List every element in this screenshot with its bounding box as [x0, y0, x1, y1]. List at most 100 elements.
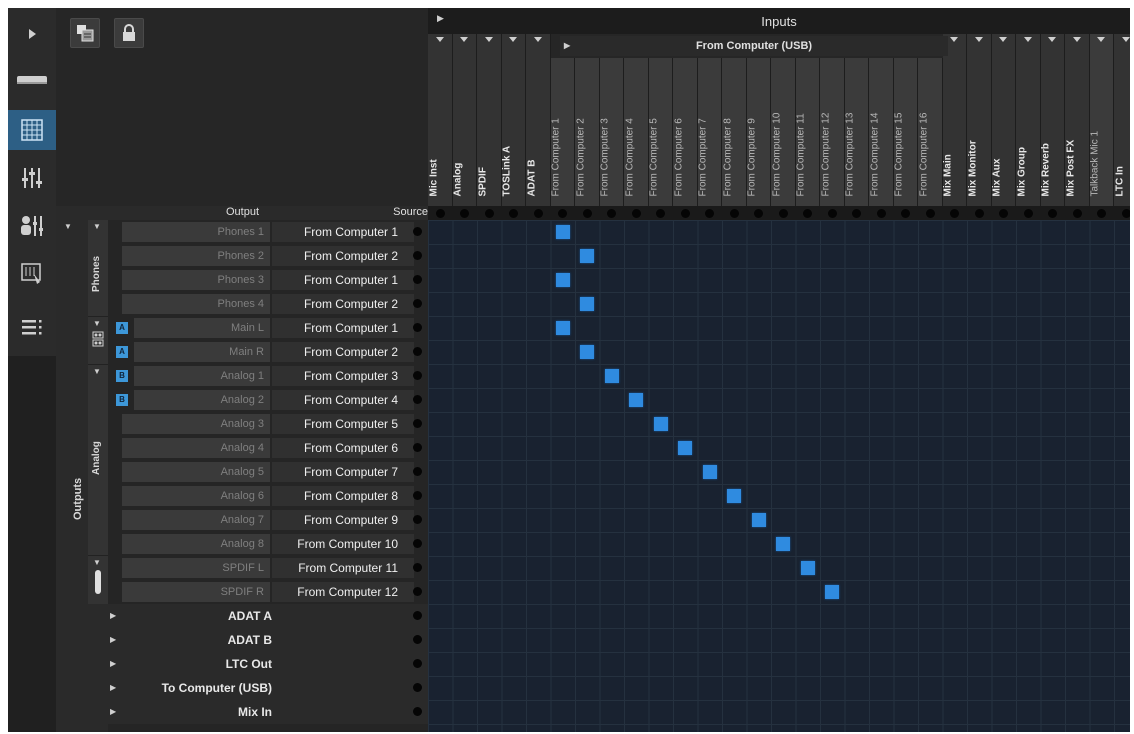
- output-connection-dot[interactable]: [413, 659, 422, 668]
- input-connection-dot[interactable]: [680, 209, 690, 218]
- input-column-header[interactable]: From Computer 14: [869, 58, 894, 206]
- input-column-header[interactable]: SPDIF: [477, 34, 502, 206]
- source-selector[interactable]: From Computer 7: [272, 462, 414, 482]
- input-connection-dot[interactable]: [656, 209, 666, 218]
- input-column-header[interactable]: Mic Inst: [428, 34, 453, 206]
- input-column-header[interactable]: Mix Post FX: [1065, 34, 1090, 206]
- input-connection-dot[interactable]: [901, 209, 911, 218]
- route-cell-active[interactable]: [776, 537, 791, 551]
- output-row[interactable]: SPDIF L From Computer 11: [108, 556, 428, 580]
- output-connection-dot[interactable]: [413, 467, 422, 476]
- window-layout-icon[interactable]: [70, 18, 100, 48]
- source-selector[interactable]: From Computer 1: [272, 318, 414, 338]
- source-selector[interactable]: From Computer 1: [272, 222, 414, 242]
- source-selector[interactable]: From Computer 2: [272, 342, 414, 362]
- route-cell-active[interactable]: [751, 513, 766, 527]
- input-column-header[interactable]: TOSLink A: [501, 34, 526, 206]
- input-connection-dot[interactable]: [1072, 209, 1082, 218]
- group-expand-icon[interactable]: ▶: [110, 659, 116, 668]
- output-row[interactable]: Phones 4 From Computer 2: [108, 292, 428, 316]
- input-column-header[interactable]: From Computer 12: [820, 58, 845, 206]
- input-connection-dot[interactable]: [533, 209, 543, 218]
- input-connection-dot[interactable]: [435, 209, 445, 218]
- expand-icon[interactable]: [8, 14, 56, 54]
- input-column-header[interactable]: From Computer 2: [575, 58, 600, 206]
- source-selector[interactable]: From Computer 3: [272, 366, 414, 386]
- route-cell-active[interactable]: [727, 489, 742, 503]
- output-connection-dot[interactable]: [413, 563, 422, 572]
- input-connection-dot[interactable]: [1121, 209, 1130, 218]
- route-cell-active[interactable]: [555, 273, 570, 287]
- output-row[interactable]: Analog 8 From Computer 10: [108, 532, 428, 556]
- input-connection-dot[interactable]: [950, 209, 960, 218]
- group-expand-icon[interactable]: ▶: [110, 707, 116, 716]
- input-connection-dot[interactable]: [705, 209, 715, 218]
- route-cell-active[interactable]: [580, 297, 595, 311]
- column-expand-icon[interactable]: [1121, 37, 1130, 42]
- source-selector[interactable]: From Computer 10: [272, 534, 414, 554]
- input-connection-dot[interactable]: [1048, 209, 1058, 218]
- column-expand-icon[interactable]: [999, 37, 1008, 42]
- output-connection-dot[interactable]: [413, 323, 422, 332]
- route-cell-active[interactable]: [800, 561, 815, 575]
- usb-group-header[interactable]: ▶ From Computer (USB): [560, 36, 948, 56]
- column-expand-icon[interactable]: [974, 37, 983, 42]
- source-selector[interactable]: From Computer 2: [272, 246, 414, 266]
- source-selector[interactable]: From Computer 8: [272, 486, 414, 506]
- collapsed-output-group[interactable]: ▶ ADAT A: [108, 604, 428, 628]
- input-column-header[interactable]: Mix Aux: [991, 34, 1016, 206]
- input-connection-dot[interactable]: [925, 209, 935, 218]
- group-expand-icon[interactable]: ▶: [110, 635, 116, 644]
- route-cell-active[interactable]: [678, 441, 693, 455]
- input-column-header[interactable]: From Computer 13: [844, 58, 869, 206]
- input-column-header[interactable]: From Computer 4: [624, 58, 649, 206]
- column-expand-icon[interactable]: [484, 37, 493, 42]
- source-selector[interactable]: From Computer 4: [272, 390, 414, 410]
- output-connection-dot[interactable]: [413, 515, 422, 524]
- input-column-header[interactable]: From Computer 10: [771, 58, 796, 206]
- input-column-header[interactable]: Talkback Mic 1: [1089, 34, 1114, 206]
- input-column-header[interactable]: From Computer 11: [795, 58, 820, 206]
- group-expand-icon[interactable]: ▶: [564, 36, 570, 56]
- output-row[interactable]: A Main L From Computer 1: [108, 316, 428, 340]
- input-connection-dot[interactable]: [509, 209, 519, 218]
- user-mixer-icon[interactable]: [8, 206, 56, 246]
- output-connection-dot[interactable]: [413, 587, 422, 596]
- output-connection-dot[interactable]: [413, 251, 422, 260]
- output-row[interactable]: Phones 1 From Computer 1: [108, 220, 428, 244]
- device-icon[interactable]: [8, 60, 56, 100]
- output-row[interactable]: SPDIF R From Computer 12: [108, 580, 428, 604]
- output-connection-dot[interactable]: [413, 635, 422, 644]
- collapsed-output-group[interactable]: ▶ To Computer (USB): [108, 676, 428, 700]
- output-connection-dot[interactable]: [413, 491, 422, 500]
- output-row[interactable]: Analog 4 From Computer 6: [108, 436, 428, 460]
- output-row[interactable]: Phones 2 From Computer 2: [108, 244, 428, 268]
- output-row[interactable]: B Analog 2 From Computer 4: [108, 388, 428, 412]
- group-expand-icon[interactable]: ▶: [110, 683, 116, 692]
- touch-screen-icon[interactable]: [8, 254, 56, 294]
- output-connection-dot[interactable]: [413, 611, 422, 620]
- input-connection-dot[interactable]: [974, 209, 984, 218]
- input-column-header[interactable]: From Computer 6: [673, 58, 698, 206]
- output-connection-dot[interactable]: [413, 227, 422, 236]
- column-expand-icon[interactable]: [533, 37, 542, 42]
- column-expand-icon[interactable]: [950, 37, 959, 42]
- column-expand-icon[interactable]: [1097, 37, 1106, 42]
- routing-matrix[interactable]: [428, 220, 1130, 732]
- input-connection-dot[interactable]: [582, 209, 592, 218]
- route-cell-active[interactable]: [555, 225, 570, 239]
- column-expand-icon[interactable]: [1048, 37, 1057, 42]
- output-connection-dot[interactable]: [413, 683, 422, 692]
- input-connection-dot[interactable]: [729, 209, 739, 218]
- list-menu-icon[interactable]: [8, 308, 56, 348]
- input-column-header[interactable]: From Computer 3: [599, 58, 624, 206]
- input-connection-dot[interactable]: [1023, 209, 1033, 218]
- input-connection-dot[interactable]: [827, 209, 837, 218]
- route-cell-active[interactable]: [604, 369, 619, 383]
- output-connection-dot[interactable]: [413, 539, 422, 548]
- source-selector[interactable]: From Computer 5: [272, 414, 414, 434]
- lock-icon[interactable]: [114, 18, 144, 48]
- input-column-header[interactable]: LTC In: [1114, 34, 1130, 206]
- input-connection-dot[interactable]: [754, 209, 764, 218]
- route-cell-active[interactable]: [555, 321, 570, 335]
